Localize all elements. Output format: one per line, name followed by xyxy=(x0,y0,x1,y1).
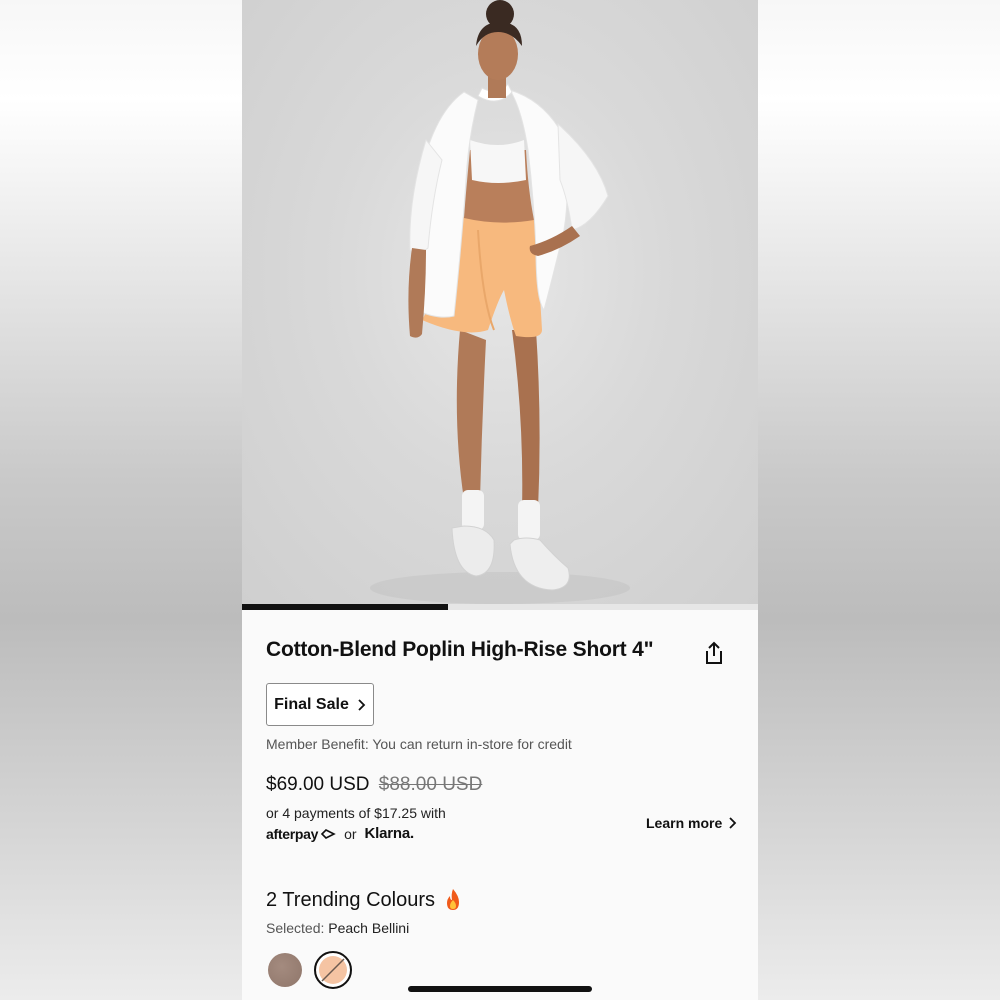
product-title: Cotton-Blend Poplin High-Rise Short 4" xyxy=(266,638,654,661)
colour-swatch-taupe[interactable] xyxy=(268,953,302,987)
model-photo xyxy=(370,0,630,604)
payment-logos: afterpay or Klarna. xyxy=(266,825,414,842)
chevron-right-icon xyxy=(358,698,366,711)
member-benefit-text: Member Benefit: You can return in-store … xyxy=(266,736,572,752)
share-button[interactable] xyxy=(702,640,726,666)
original-price: $88.00 USD xyxy=(378,774,483,795)
unavailable-slash-icon xyxy=(321,958,345,982)
installments-text: or 4 payments of $17.25 with xyxy=(266,805,446,821)
fire-icon xyxy=(446,889,459,910)
selected-label: Selected: xyxy=(266,920,325,936)
afterpay-arrows-icon xyxy=(320,828,336,839)
klarna-logo: Klarna. xyxy=(364,825,415,842)
chevron-right-icon xyxy=(729,817,737,829)
or-label: or xyxy=(344,825,357,842)
colour-swatch-peach-bellini[interactable] xyxy=(314,951,352,989)
price-row: $69.00 USD $88.00 USD xyxy=(266,774,482,796)
learn-more-link[interactable]: Learn more xyxy=(646,815,737,831)
final-sale-button[interactable]: Final Sale xyxy=(266,683,374,726)
afterpay-logo: afterpay xyxy=(266,826,336,842)
trending-colours-label: 2 Trending Colours xyxy=(266,888,435,911)
home-indicator[interactable] xyxy=(408,986,592,992)
afterpay-label: afterpay xyxy=(266,825,319,842)
share-icon xyxy=(706,641,722,664)
trending-colours-heading: 2 Trending Colours xyxy=(266,888,463,912)
app-screen: Cotton-Blend Poplin High-Rise Short 4" F… xyxy=(242,0,758,1000)
background-right xyxy=(758,0,1000,1000)
product-info-panel: Cotton-Blend Poplin High-Rise Short 4" F… xyxy=(242,610,758,1000)
learn-more-label: Learn more xyxy=(646,815,723,831)
sale-price: $69.00 USD xyxy=(266,774,370,795)
selected-colour: Selected: Peach Bellini xyxy=(266,920,409,936)
selected-value: Peach Bellini xyxy=(328,920,410,936)
final-sale-label: Final Sale xyxy=(274,695,349,713)
product-image[interactable] xyxy=(242,0,758,604)
background-left xyxy=(0,0,242,1000)
